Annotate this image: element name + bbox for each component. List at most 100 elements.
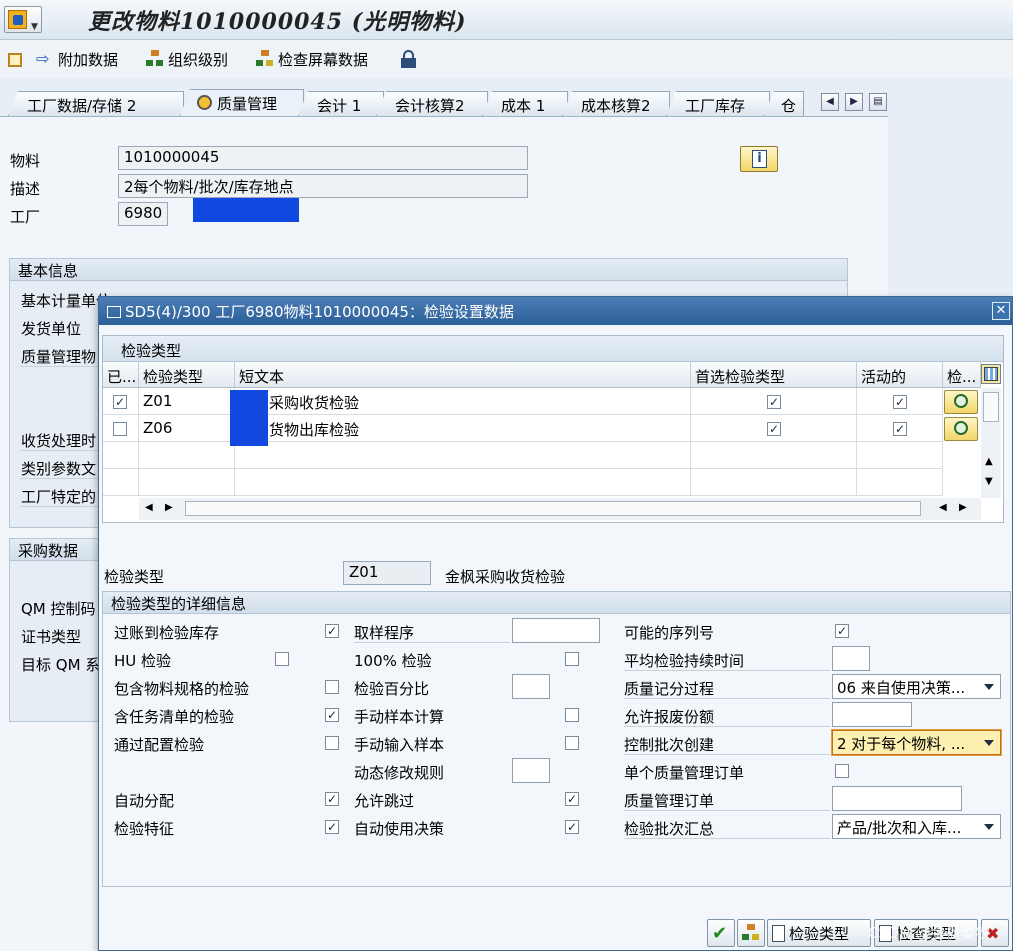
inspection-type-table: 检验类型 已... 检验类型 短文本 首选检验类型 活动的 检... ✓ Z01…: [102, 335, 1004, 523]
insp-lot-summary-dropdown[interactable]: 产品/批次和入库...: [832, 814, 1001, 839]
description-field[interactable]: 2每个物料/批次/库存地点: [118, 174, 528, 198]
dynamic-mod-rule-input[interactable]: [512, 758, 550, 783]
table-cell: [691, 469, 857, 496]
auto-usage-decision-checkbox[interactable]: ✓: [565, 820, 579, 834]
col-header-insp-type[interactable]: 检验类型: [139, 362, 235, 388]
tab-costing-1[interactable]: 成本 1: [482, 91, 568, 116]
allow-skip-checkbox[interactable]: ✓: [565, 792, 579, 806]
details-title: 检验类型的详细信息: [103, 592, 1010, 614]
chevron-down-icon: [984, 824, 994, 830]
tab-plant-data-storage-2[interactable]: 工厂数据/存储 2: [8, 91, 184, 116]
avg-insp-duration-input[interactable]: [832, 646, 870, 671]
insp-by-config-label: 通过配置检验: [114, 736, 205, 754]
serial-numbers-checkbox[interactable]: ✓: [835, 624, 849, 638]
scroll-right-icon[interactable]: ▶: [959, 502, 967, 513]
single-qm-order-checkbox[interactable]: [835, 764, 849, 778]
dialog-close-button[interactable]: ✕: [992, 302, 1010, 320]
manual-sample-entry-checkbox[interactable]: [565, 736, 579, 750]
insp-by-config-checkbox[interactable]: [325, 736, 339, 750]
scroll-up-icon[interactable]: ▲: [985, 456, 993, 467]
plant-field[interactable]: 6980: [118, 202, 168, 226]
tab-plant-stock[interactable]: 工厂库存: [666, 91, 770, 116]
insp-percentage-input[interactable]: [512, 674, 550, 699]
vertical-scrollbar[interactable]: ▲ ▼: [981, 388, 1001, 498]
col-header-short-text[interactable]: 短文本: [235, 362, 691, 388]
scrollbar-thumb[interactable]: [983, 392, 999, 422]
row2-active-checkbox[interactable]: ✓: [893, 422, 907, 436]
auto-usage-decision-label: 自动使用决策: [354, 820, 445, 838]
tab-accounting-2[interactable]: 会计核算2: [376, 91, 488, 116]
check-screen-data-icon: [256, 50, 274, 68]
confirm-button[interactable]: ✔: [707, 919, 735, 947]
tab-accounting-1[interactable]: 会计 1: [298, 91, 384, 116]
certificate-type-label: 证书类型: [21, 628, 82, 646]
scroll-left-icon[interactable]: ◀: [939, 502, 947, 513]
control-lot-creation-dropdown[interactable]: 2 对于每个物料, ...: [832, 730, 1001, 755]
scroll-left-icon[interactable]: ◀: [145, 502, 153, 513]
avg-insp-duration-label: 平均检验持续时间: [624, 652, 745, 670]
qm-order-input[interactable]: [832, 786, 962, 811]
hu-insp-checkbox[interactable]: [275, 652, 289, 666]
post-to-insp-stock-checkbox[interactable]: ✓: [325, 624, 339, 638]
insp-characteristics-checkbox[interactable]: ✓: [325, 820, 339, 834]
insp-with-tasklist-checkbox[interactable]: ✓: [325, 708, 339, 722]
material-field[interactable]: 1010000045: [118, 146, 528, 170]
col-header-active[interactable]: 活动的: [857, 362, 943, 388]
tab-costing-2[interactable]: 成本核算2: [562, 91, 670, 116]
row1-active-checkbox[interactable]: ✓: [893, 395, 907, 409]
row2-preferred-checkbox[interactable]: ✓: [767, 422, 781, 436]
arrow-right-icon: ⇨: [36, 49, 50, 68]
info-button[interactable]: i: [740, 146, 778, 172]
tab-scroll-left-button[interactable]: ◀: [821, 93, 839, 111]
scrollbar-track[interactable]: [185, 501, 921, 516]
row1-detail-button[interactable]: [944, 390, 978, 414]
auto-assign-checkbox[interactable]: ✓: [325, 792, 339, 806]
org-structure-button[interactable]: [737, 919, 765, 947]
insp-type-field[interactable]: Z01: [343, 561, 431, 585]
horizontal-scrollbar[interactable]: ◀ ▶ ◀ ▶: [139, 498, 981, 520]
scroll-down-icon[interactable]: ▼: [985, 476, 993, 487]
row1-insp-type[interactable]: Z01: [139, 388, 235, 415]
tab-warehouse[interactable]: 仓: [764, 91, 804, 116]
additional-data-label: 附加数据: [58, 50, 119, 69]
qm-control-key-label: QM 控制码: [21, 600, 96, 618]
additional-data-button[interactable]: ⇨ 附加数据: [36, 48, 118, 70]
hu-insp-label: HU 检验: [114, 652, 172, 670]
table-cell: [857, 469, 943, 496]
system-menu-button[interactable]: ▼: [4, 6, 42, 33]
manual-sample-calc-checkbox[interactable]: [565, 708, 579, 722]
col-header-detail[interactable]: 检...: [943, 362, 981, 388]
allowed-scrap-input[interactable]: [832, 702, 912, 727]
col-header-selected[interactable]: 已...: [103, 362, 139, 388]
tab-scroll-right-button[interactable]: ▶: [845, 93, 863, 111]
col-header-preferred[interactable]: 首选检验类型: [691, 362, 857, 388]
qscore-procedure-dropdown[interactable]: 06 来自使用决策...: [832, 674, 1001, 699]
sampling-procedure-input[interactable]: [512, 618, 600, 643]
single-qm-order-label: 单个质量管理订单: [624, 764, 745, 782]
org-levels-icon: [146, 50, 164, 68]
serial-numbers-label: 可能的序列号: [624, 624, 715, 642]
insp-100-checkbox[interactable]: [565, 652, 579, 666]
lock-button[interactable]: [400, 48, 418, 70]
sap-logo-icon: [8, 10, 27, 29]
row1-selected-checkbox[interactable]: ✓: [113, 395, 127, 409]
table-settings-button[interactable]: [981, 364, 1001, 384]
row2-short-text[interactable]: 货物出库检验: [235, 415, 691, 442]
tab-quality-management[interactable]: 质量管理: [180, 89, 304, 116]
scroll-right-icon[interactable]: ▶: [165, 502, 173, 513]
row2-selected-checkbox[interactable]: [113, 422, 127, 436]
row1-preferred-checkbox[interactable]: ✓: [767, 395, 781, 409]
org-levels-button[interactable]: 组织级别: [146, 48, 228, 70]
insp-with-spec-checkbox[interactable]: [325, 680, 339, 694]
insp-type-button[interactable]: 检验类型: [767, 919, 871, 947]
document-icon: [772, 924, 785, 942]
row1-short-text[interactable]: 采购收货检验: [235, 388, 691, 415]
row2-insp-type[interactable]: Z06: [139, 415, 235, 442]
display-change-button[interactable]: [8, 48, 22, 70]
plant-specific-label: 工厂特定的: [21, 488, 97, 506]
tab-list-button[interactable]: ▤: [869, 93, 887, 111]
control-lot-creation-value: 2 对于每个物料, ...: [837, 735, 966, 753]
row2-detail-button[interactable]: [944, 417, 978, 441]
check-screen-data-button[interactable]: 检查屏幕数据: [256, 48, 368, 70]
info-icon: i: [752, 150, 767, 168]
